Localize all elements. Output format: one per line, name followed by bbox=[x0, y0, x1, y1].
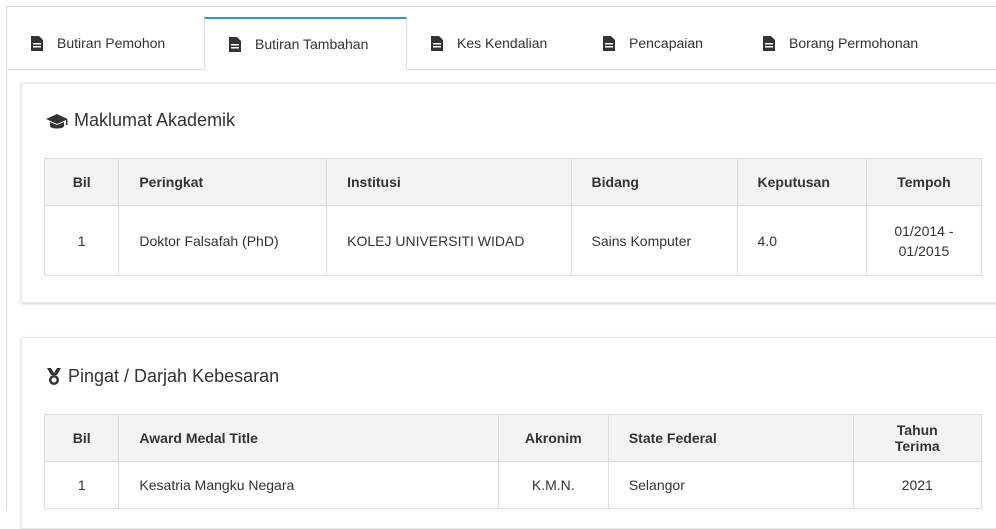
table-cell: KOLEJ UNIVERSITI WIDAD bbox=[326, 205, 572, 276]
table-cell: 1 bbox=[43, 461, 120, 509]
column-header: Akronim bbox=[497, 414, 609, 462]
academic-card-title: Maklumat Akademik bbox=[46, 110, 235, 131]
tab-butiran-tambahan[interactable]: Butiran Tambahan bbox=[204, 17, 407, 70]
document-icon bbox=[31, 35, 43, 51]
table-row: 1 Kesatria Mangku Negara K.M.N. Selangor… bbox=[43, 461, 982, 509]
column-header: Award Medal Title bbox=[118, 414, 499, 462]
table-cell: Doktor Falsafah (PhD) bbox=[118, 205, 328, 276]
medal-icon bbox=[46, 367, 62, 386]
table-cell: 1 bbox=[43, 205, 120, 276]
tab-borang-permohonan[interactable]: Borang Permohonan bbox=[763, 17, 918, 69]
tab-label: Butiran Tambahan bbox=[255, 36, 369, 52]
document-icon bbox=[763, 35, 775, 51]
column-header: Tempoh bbox=[865, 158, 983, 206]
medals-card-title: Pingat / Darjah Kebesaran bbox=[46, 366, 279, 387]
tab-pencapaian[interactable]: Pencapaian bbox=[603, 17, 703, 69]
tab-label: Butiran Pemohon bbox=[57, 35, 166, 51]
table-row: 1 Doktor Falsafah (PhD) KOLEJ UNIVERSITI… bbox=[43, 205, 983, 276]
tempoh-end: 01/2015 bbox=[898, 242, 950, 259]
tab-label: Borang Permohonan bbox=[789, 35, 919, 51]
document-icon bbox=[229, 36, 241, 52]
table-cell: Sains Komputer bbox=[570, 205, 738, 276]
tab-kes-kendalian[interactable]: Kes Kendalian bbox=[431, 17, 547, 69]
tab-butiran-pemohon[interactable]: Butiran Pemohon bbox=[31, 17, 165, 69]
medals-table: Bil Award Medal Title Akronim State Fede… bbox=[43, 414, 982, 509]
column-header: Tahun Terima bbox=[852, 414, 982, 462]
column-header: Bil bbox=[43, 414, 120, 462]
tab-bar: Butiran Pemohon Butiran Tambahan Kes Ken… bbox=[7, 17, 996, 70]
application-panel: Butiran Pemohon Butiran Tambahan Kes Ken… bbox=[6, 6, 996, 529]
column-header: Bil bbox=[43, 158, 120, 206]
column-header: Bidang bbox=[570, 158, 738, 206]
table-cell: 4.0 bbox=[736, 205, 867, 276]
academic-table: Bil Peringkat Institusi Bidang Keputusan… bbox=[43, 158, 983, 276]
table-header-row: Bil Peringkat Institusi Bidang Keputusan… bbox=[43, 158, 983, 206]
tab-label: Pencapaian bbox=[629, 35, 703, 51]
table-cell: K.M.N. bbox=[497, 461, 609, 509]
table-cell: 01/2014 - 01/2015 bbox=[865, 205, 983, 276]
column-header: Peringkat bbox=[118, 158, 328, 206]
tempoh-start: 01/2014 - bbox=[894, 222, 954, 239]
graduation-cap-icon bbox=[46, 113, 68, 129]
table-cell: Kesatria Mangku Negara bbox=[118, 461, 499, 509]
column-header: Keputusan bbox=[736, 158, 867, 206]
tab-label: Kes Kendalian bbox=[457, 35, 548, 51]
section-title: Pingat / Darjah Kebesaran bbox=[68, 366, 280, 386]
medals-card: Pingat / Darjah Kebesaran Bil Award Meda… bbox=[21, 337, 996, 529]
table-cell: Selangor bbox=[607, 461, 854, 509]
column-header: Institusi bbox=[326, 158, 572, 206]
section-title: Maklumat Akademik bbox=[74, 110, 236, 130]
column-header: State Federal bbox=[607, 414, 854, 462]
table-cell: 2021 bbox=[852, 461, 982, 509]
table-header-row: Bil Award Medal Title Akronim State Fede… bbox=[43, 414, 982, 462]
academic-card: Maklumat Akademik Bil Peringkat Institus… bbox=[21, 83, 996, 303]
document-icon bbox=[431, 35, 443, 51]
document-icon bbox=[603, 35, 615, 51]
